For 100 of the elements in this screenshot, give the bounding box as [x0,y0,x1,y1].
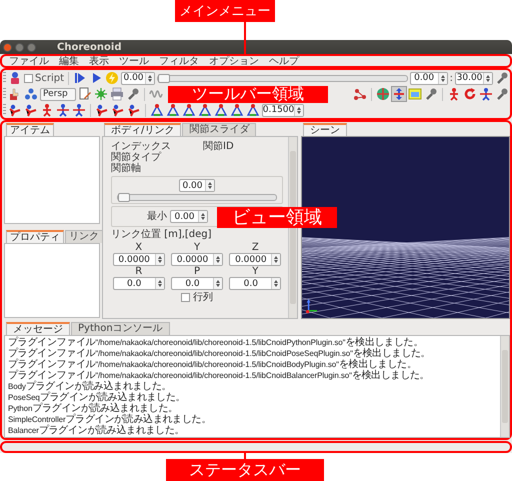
figure-icon[interactable] [24,103,38,117]
section-title: リンク位置 [m],[deg] [111,229,213,240]
slider-thumb[interactable] [118,193,130,202]
robot-icon[interactable] [8,71,22,85]
time-separator: : [450,72,453,84]
tab[interactable]: アイテム [6,123,54,136]
triangle-figure-icon[interactable] [166,103,180,117]
number-field[interactable]: 0.0 [170,277,223,290]
wrench-icon[interactable] [495,71,509,85]
triangle-figure-icon[interactable] [230,103,244,117]
field-label: R [135,266,142,277]
annotation-label: ステータスバー [166,459,324,481]
wrench-icon[interactable] [495,87,509,101]
number-field[interactable]: 0.00 [179,179,215,192]
log-line: SimpleControllerプラグインが読み込まれました。 [8,414,212,425]
field-label: X [135,242,142,253]
toolbar-handle[interactable] [3,72,6,84]
field-label: P [194,266,200,277]
camera-dropdown[interactable]: Persp [40,88,76,100]
time-field[interactable]: 30.00 [455,72,493,84]
time-field[interactable]: 0.00 [121,72,156,84]
leader-line [244,22,246,55]
arrows-icon[interactable] [392,87,406,101]
tab[interactable]: プロパティ [6,230,64,243]
number-field[interactable]: 0.0000 [170,253,223,266]
log-line: Pythonプラグインが読み込まれました。 [8,403,179,414]
axis-icon [306,299,318,314]
tab[interactable]: メッセージ [6,322,70,335]
number-field[interactable]: 0.0 [112,277,165,290]
checkbox[interactable] [181,293,190,302]
menu-item[interactable]: 編集 [54,54,84,68]
field-label: Z [252,242,259,253]
figure-icon[interactable] [8,103,22,117]
maximize-button[interactable] [27,42,36,52]
figure-icon[interactable] [95,103,109,117]
figure-icon[interactable] [40,103,54,117]
toolbar-handle[interactable] [3,104,6,116]
field-label: 関節タイプ [111,152,162,163]
menu-item[interactable]: ヘルプ [264,54,304,68]
time-slider[interactable] [157,74,408,82]
menu-item[interactable]: ファイル [4,54,54,68]
nodes-icon[interactable] [353,87,367,101]
menu-item[interactable]: ツール [114,54,154,68]
field-label: 関節ID [203,141,235,152]
molecule-icon[interactable] [24,87,38,101]
figure-icon[interactable] [56,103,70,117]
annotation-label: メインメニュー [175,0,275,22]
minimize-button[interactable] [15,42,24,52]
wrench-icon[interactable] [126,87,140,101]
checkbox-label[interactable]: 行列 [193,292,213,303]
field-label: Y [252,266,258,277]
window-title: Choreonoid [57,42,122,52]
figure-icon[interactable] [127,103,141,117]
number-field[interactable]: 0.0 [229,277,282,290]
field-label: Y [194,242,200,253]
log-line: プラグインファイル"/home/nakaoka/choreonoid/lib/choreonoid-1.5/libCnoidBodyPlugin.so"を検出しました。 [8,359,418,370]
number-field[interactable]: 0.00 [170,210,208,223]
tab[interactable]: ボディ/リンク [104,123,182,136]
tab[interactable]: シーン [303,123,347,136]
close-button[interactable] [3,42,12,52]
slider-thumb[interactable] [158,74,170,82]
triangle-figure-icon[interactable] [214,103,228,117]
annotation-label: ツールバー領域 [168,86,328,103]
wrench-icon[interactable] [424,87,438,101]
menu-item[interactable]: 表示 [84,54,114,68]
menu-item[interactable]: フィルタ [154,54,204,68]
field-label: 関節軸 [111,163,142,174]
figure-icon[interactable] [479,87,493,101]
annotation-label: ビュー領域 [217,207,337,228]
time-field[interactable]: 0.00 [410,72,448,84]
log-line: プラグインファイル"/home/nakaoka/choreonoid/lib/choreonoid-1.5/libCnoidPoseSeqPlugin.so"を検出しました。 [8,348,432,359]
scale-field[interactable]: 0.1500 [262,104,304,116]
skip-icon[interactable] [73,71,88,85]
log-line: Bodyプラグインが読み込まれました。 [8,381,172,392]
tab[interactable]: 関節スライダ [182,123,256,136]
triangle-figure-icon[interactable] [150,103,164,117]
document-icon[interactable] [78,87,92,101]
joint-slider[interactable] [117,194,277,201]
figure-icon[interactable] [72,103,86,117]
number-field[interactable]: 0.0000 [229,253,282,266]
printer-icon[interactable] [110,87,124,101]
field-label: インデックス [111,141,172,152]
checkbox[interactable] [24,74,33,82]
scrollbar[interactable] [500,336,509,437]
tab[interactable]: Pythonコンソール [71,322,170,335]
triangle-figure-icon[interactable] [246,103,260,117]
field-label: 最小 [147,211,167,222]
triangle-figure-icon[interactable] [198,103,212,117]
log-line: PoseSeqプラグインが読み込まれました。 [8,392,186,403]
checkbox-label[interactable]: Script [35,72,64,84]
number-field[interactable]: 0.0000 [112,253,165,266]
toolbar-handle[interactable] [3,88,6,100]
rotate-icon[interactable] [463,87,477,101]
tab[interactable]: リンク [65,230,103,243]
log-line: Balancerプラグインが読み込まれました。 [8,425,186,436]
figure-icon[interactable] [447,87,461,101]
globe-icon[interactable] [376,87,390,101]
menu-item[interactable]: オプション [204,54,264,68]
figure-icon[interactable] [111,103,125,117]
triangle-figure-icon[interactable] [182,103,196,117]
